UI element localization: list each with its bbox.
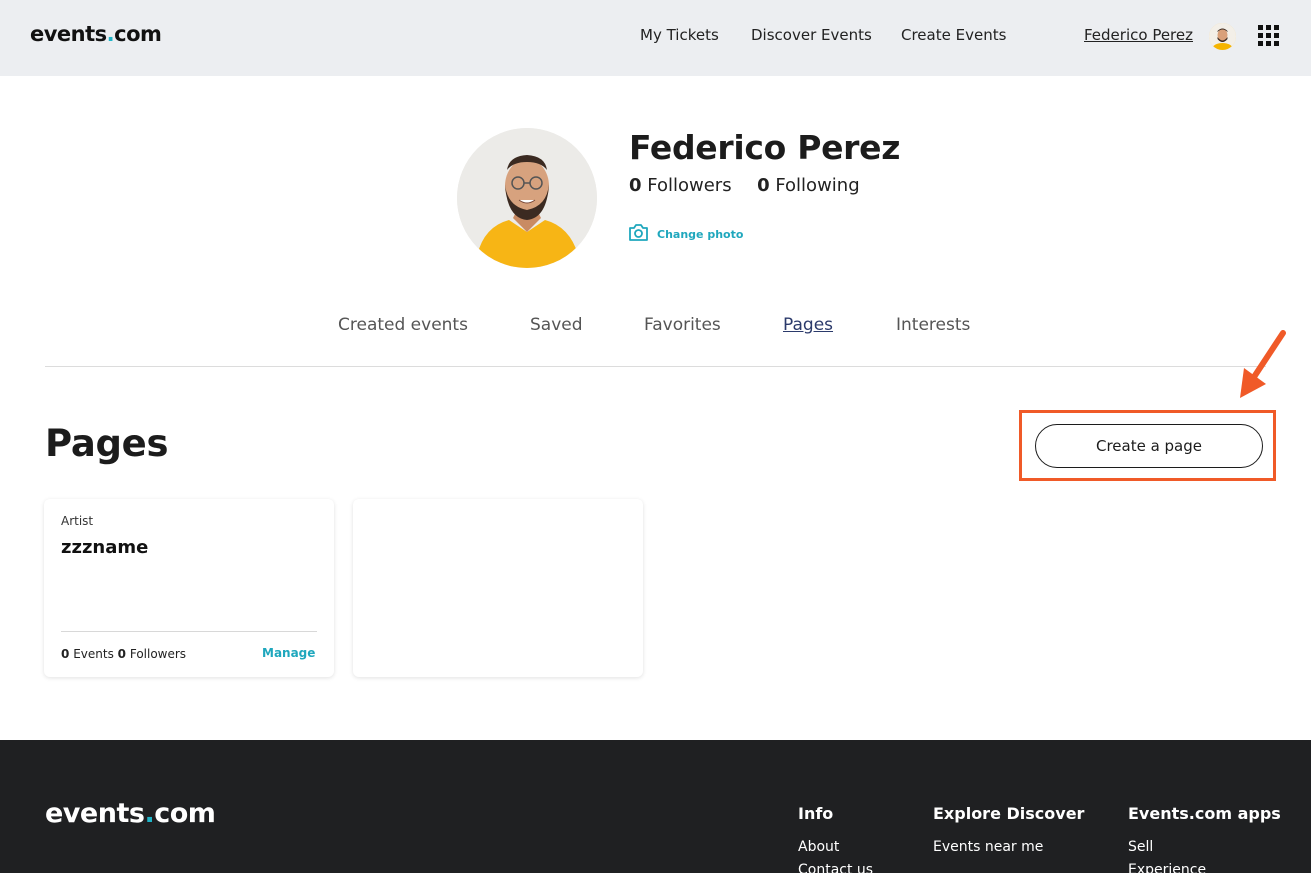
annotation-arrow-icon [1238, 330, 1288, 404]
followers-count: 0 [629, 175, 642, 196]
tab-pages[interactable]: Pages [783, 315, 833, 335]
nav-my-tickets[interactable]: My Tickets [640, 26, 719, 44]
page-followers-count: 0 [117, 647, 127, 661]
following-count: 0 [757, 175, 770, 196]
change-photo-label: Change photo [657, 228, 744, 241]
footer-link-sell[interactable]: Sell [1128, 839, 1153, 855]
tab-saved[interactable]: Saved [530, 315, 583, 335]
logo-text-tld: com [114, 22, 162, 46]
footer-logo-main: events [45, 798, 145, 829]
tabs-divider [45, 366, 1266, 367]
page-followers-label: Followers [129, 647, 187, 661]
page-events-label: Events [73, 647, 114, 661]
change-photo-button[interactable]: Change photo [628, 223, 743, 246]
profile-name: Federico Perez [629, 128, 901, 167]
camera-icon [628, 223, 649, 246]
page-card-name: zzzname [61, 537, 149, 558]
page-card[interactable]: Artist zzzname 0 Events 0 Followers Mana… [44, 499, 334, 677]
site-logo[interactable]: events.com [30, 22, 162, 46]
create-page-button[interactable]: Create a page [1035, 424, 1263, 468]
footer-link-events-near-me[interactable]: Events near me [933, 839, 1043, 855]
pages-section-title: Pages [45, 422, 169, 465]
profile-photo [457, 128, 597, 268]
page-manage-link[interactable]: Manage [262, 646, 315, 660]
site-footer: events.com Info About Contact us Explore… [0, 740, 1311, 873]
page-events-count: 0 [61, 647, 70, 661]
footer-link-about[interactable]: About [798, 839, 839, 855]
footer-logo[interactable]: events.com [45, 798, 216, 829]
nav-create-events[interactable]: Create Events [901, 26, 1006, 44]
tab-interests[interactable]: Interests [896, 315, 970, 335]
page-card-type: Artist [61, 514, 94, 528]
footer-logo-dot: . [144, 798, 155, 829]
page-card-divider [61, 631, 317, 632]
grid-menu-icon[interactable] [1258, 25, 1279, 46]
footer-heading-apps: Events.com apps [1128, 804, 1281, 823]
followers-label[interactable]: Followers [647, 175, 731, 196]
top-navigation-bar: events.com My Tickets Discover Events Cr… [0, 0, 1311, 76]
logo-text-main: events [30, 22, 107, 46]
profile-stats: 0 Followers 0 Following [629, 175, 860, 196]
page-card-placeholder [353, 499, 643, 677]
footer-link-experience[interactable]: Experience [1128, 862, 1206, 873]
nav-discover-events[interactable]: Discover Events [751, 26, 872, 44]
footer-logo-tld: com [154, 798, 216, 829]
user-profile-link[interactable]: Federico Perez [1084, 26, 1193, 44]
page-card-stats: 0 Events 0 Followers [61, 647, 186, 661]
tab-favorites[interactable]: Favorites [644, 315, 721, 335]
footer-heading-info: Info [798, 804, 834, 823]
footer-heading-explore: Explore Discover [933, 804, 1085, 823]
following-label[interactable]: Following [775, 175, 859, 196]
footer-link-contact-us[interactable]: Contact us [798, 862, 873, 873]
user-avatar[interactable] [1209, 23, 1236, 50]
tab-created-events[interactable]: Created events [338, 315, 468, 335]
